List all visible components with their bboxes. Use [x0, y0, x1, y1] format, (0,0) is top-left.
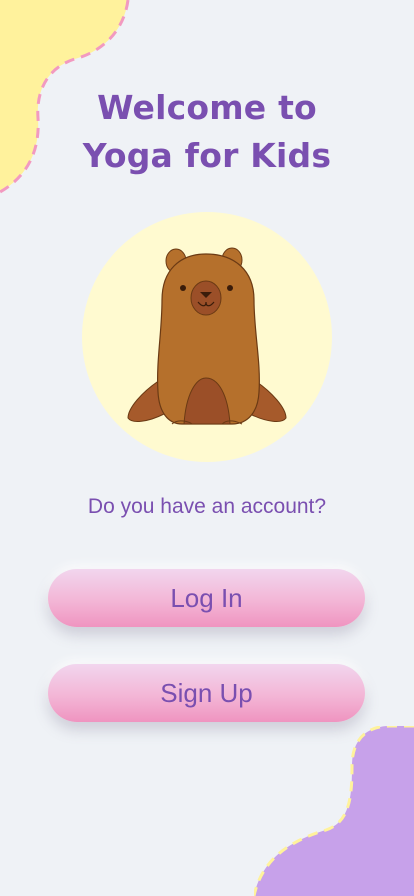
capybara-icon [127, 247, 287, 425]
page-title: Welcome to Yoga for Kids [0, 84, 414, 180]
account-question: Do you have an account? [87, 495, 327, 518]
login-button[interactable]: Log In [48, 569, 365, 627]
title-line-2: Yoga for Kids [82, 136, 332, 175]
mascot-circle [82, 212, 332, 462]
decorative-blob-bottom [254, 726, 414, 896]
title-line-1: Welcome to [97, 88, 317, 127]
signup-button[interactable]: Sign Up [48, 664, 365, 722]
